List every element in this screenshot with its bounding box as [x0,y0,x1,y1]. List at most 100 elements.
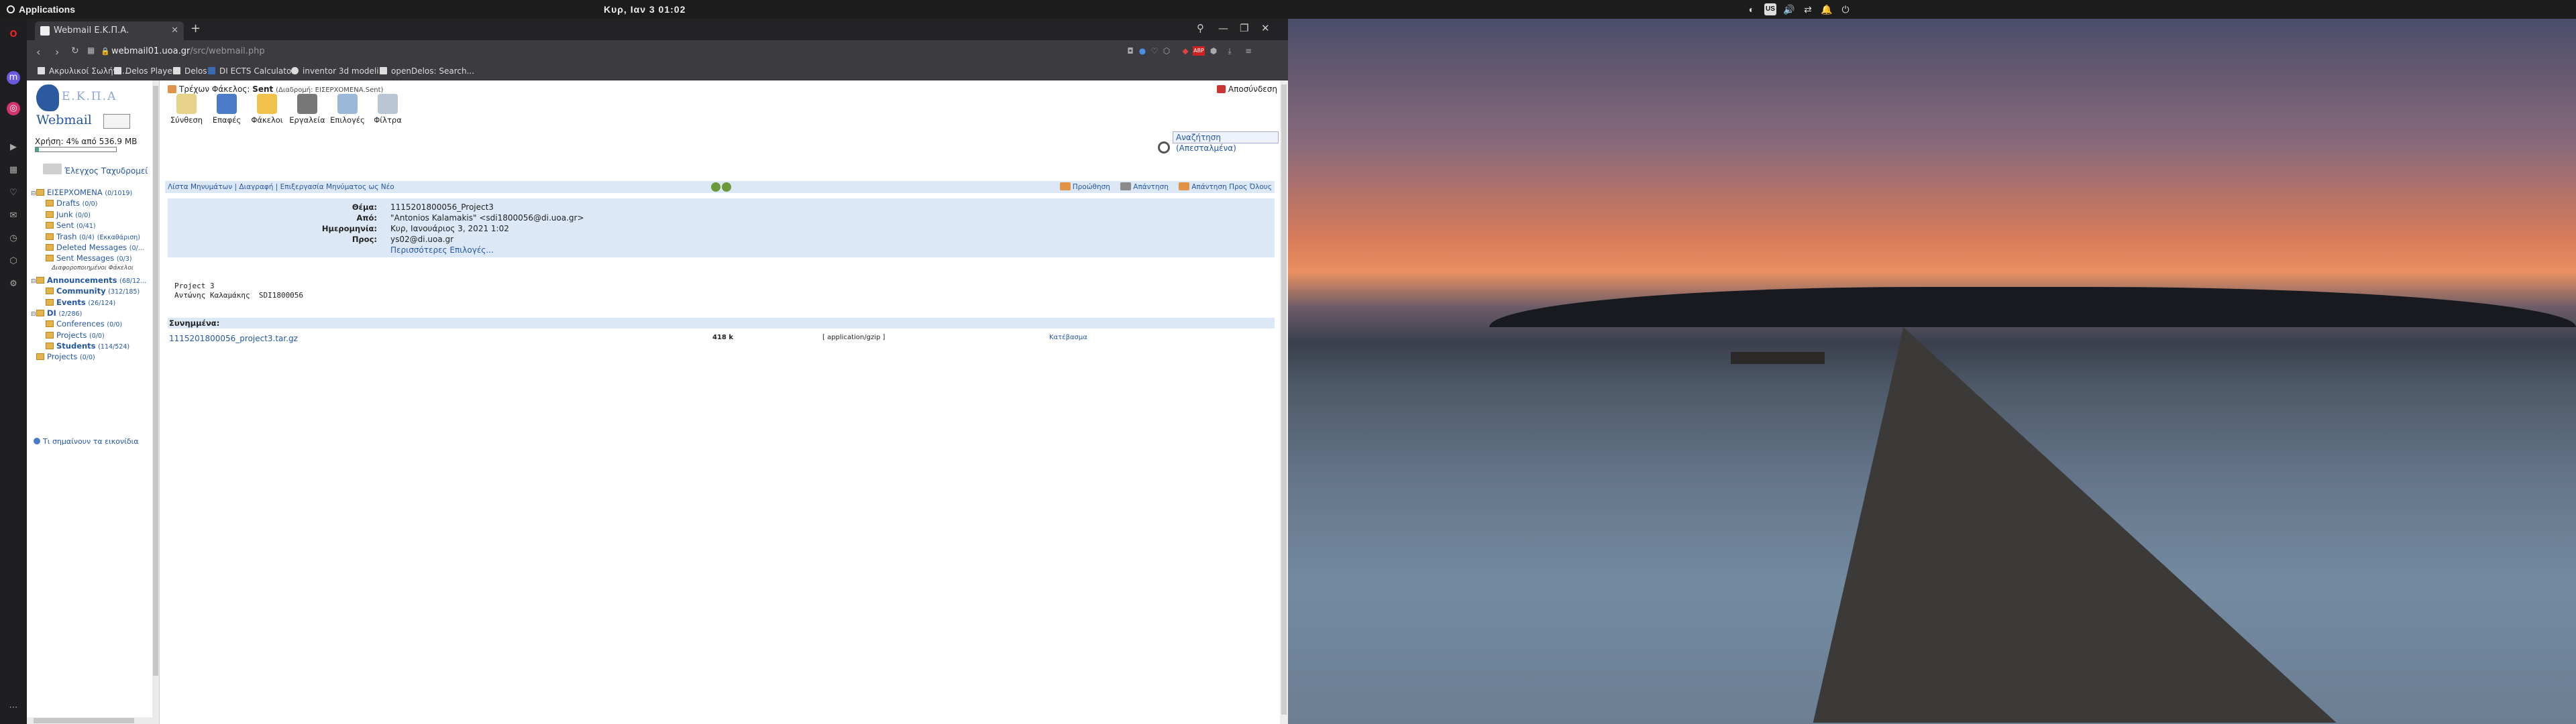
next-message-icon[interactable] [722,182,731,192]
player-icon[interactable]: ▶ [7,141,20,154]
expand-toggle-icon[interactable]: ⊟ [31,190,36,197]
url-field[interactable]: webmail01.uoa.gr/src/webmail.php [111,46,265,56]
download-link[interactable]: Κατέβασμα [1049,334,1087,341]
bookmarks-icon[interactable]: ♡ [7,186,20,200]
folder-item[interactable]: Sent Messages (0/3) [31,253,154,264]
bookmark-item[interactable]: Delos [173,66,207,76]
keyboard-layout-icon[interactable]: US [1764,3,1776,15]
folder-item[interactable]: Drafts (0/0) [31,198,154,209]
attachment-link[interactable]: 1115201800056_project3.tar.gz [169,334,298,343]
reply-all-link[interactable]: Απάντηση Προς Όλους [1179,182,1272,191]
heart-icon[interactable]: ♡ [1150,46,1159,56]
messenger-icon[interactable]: m [7,71,20,84]
search-link[interactable]: Αναζήτηση (Απεσταλμένα) [1158,131,1279,154]
folder-pane-scrollbar[interactable] [152,80,159,724]
settings-icon[interactable]: ⚙ [7,278,20,291]
folders-button[interactable]: Φάκελοι [248,94,286,125]
reload-button[interactable]: ↻ [71,46,79,56]
check-mail-link[interactable]: Έλεγχος Ταχυδρομεί [64,166,148,176]
folder-item[interactable]: Projects (0/0) [31,330,154,341]
close-tab-icon[interactable]: ✕ [171,21,178,40]
extensions-icon[interactable]: ⬡ [7,255,20,268]
extension-icon[interactable]: ◆ [1181,46,1190,56]
contacts-button[interactable]: Επαφές [208,94,246,125]
forward-button[interactable]: › [55,46,59,58]
bookmark-item[interactable]: Delos Player [114,66,176,76]
network-icon[interactable]: ⇄ [1802,3,1814,15]
adblock-icon[interactable]: ABP [1193,46,1205,56]
cube-icon[interactable]: ⬢ [1209,46,1218,56]
volume-icon[interactable]: 🔊 [1783,3,1795,15]
folder-item[interactable]: ⊟ ΕΙΣΕΡΧΟΜΕΝΑ (0/1019) [31,188,154,198]
filters-button[interactable]: Φίλτρα [369,94,407,125]
minimize-button[interactable]: — [1218,22,1228,34]
wallpaper-pier [1729,327,2337,723]
shield-icon[interactable]: ● [1138,46,1147,56]
more-options-link[interactable]: Περισσότερες Επιλογές... [390,245,494,255]
more-icon[interactable]: ⋯ [7,701,20,715]
applications-menu[interactable]: Applications [7,4,75,15]
folder-item[interactable]: Junk (0/0) [31,210,154,221]
previous-message-icon[interactable] [711,182,720,192]
menu-icon[interactable]: ≡ [1244,46,1253,56]
folder-item[interactable]: Events (26/124) [31,298,154,308]
bookmark-item[interactable]: inventor 3d modeli... [291,66,386,76]
night-light-icon[interactable]: ◐ [1746,3,1758,15]
folder-label: Drafts [56,198,80,208]
folder-item[interactable]: Trash (0/4) (Εκκαθάριση) [31,232,154,243]
new-tab-button[interactable]: + [191,21,201,36]
header-key: Από: [356,213,378,223]
toolbar-label: Επιλογές [330,115,365,125]
clock[interactable]: Κυρ, Ιαν 3 01:02 [604,4,686,15]
options-button[interactable]: Επιλογές [329,94,366,125]
folder-count: (2/286) [58,310,83,318]
instagram-icon[interactable]: ◎ [7,102,20,115]
folder-label: Announcements [47,275,117,285]
notifications-icon[interactable]: 🔔 [1821,3,1833,15]
speed-dial-icon[interactable]: ▦ [7,164,20,177]
folder-item[interactable]: Conferences (0/0) [31,319,154,330]
folder-item[interactable]: Sent (0/41) [31,221,154,231]
message-nav-links[interactable]: Λίστα Μηνυμάτων | Διαγραφή | Επιξεργασία… [168,183,394,191]
folder-icon [46,288,54,295]
folder-item[interactable]: ⊟ DI (2/286) [31,308,154,319]
tab-webmail[interactable]: Webmail Ε.Κ.Π.Α. ✕ [35,21,184,40]
camera-icon[interactable]: ◘ [1126,46,1135,56]
more-options-row: Περισσότερες Επιλογές... [168,245,1275,256]
bookmark-item[interactable]: DI ECTS Calculator [208,66,294,76]
logo-title: Webmail [36,113,92,127]
bookmark-label: DI ECTS Calculator [219,66,295,76]
compose-button[interactable]: Σύνθεση [168,94,205,125]
help-label: Τι σημαίνουν τα εικονίδια [43,437,139,446]
bookmark-item[interactable]: openDelos: Search... [380,66,474,76]
message-pane-scrollbar[interactable] [1280,80,1288,724]
download-icon[interactable]: ⤓ [1225,46,1234,56]
close-window-button[interactable]: ✕ [1261,22,1270,34]
folder-pane-hscrollbar[interactable] [27,717,153,724]
restore-button[interactable]: ❐ [1240,22,1248,34]
tab-strip: Webmail Ε.Κ.Π.Α. ✕ + ⚲ — ❐ ✕ [27,19,1288,40]
expand-toggle-icon[interactable]: ⊟ [31,311,36,318]
reply-link[interactable]: Απάντηση [1120,182,1169,191]
folder-item[interactable]: Community (312/185) [31,286,154,297]
history-icon[interactable]: ◷ [7,232,20,245]
power-icon[interactable]: ⏻ [1839,3,1851,15]
purge-trash-link[interactable]: (Εκκαθάριση) [97,234,140,241]
search-tabs-icon[interactable]: ⚲ [1197,22,1204,34]
folder-item[interactable]: Students (114/524) [31,341,154,352]
tabs-grid-icon[interactable]: ▦ [87,46,95,55]
easy-setup-icon[interactable]: ⬡ [1162,46,1171,56]
forward-label: Προώθηση [1072,183,1110,191]
tools-button[interactable]: Εργαλεία [288,94,326,125]
folder-label: Sent Messages [56,253,115,263]
logout-link[interactable]: Αποσύνδεση [1216,84,1277,94]
opera-logo-icon[interactable]: O [7,28,20,42]
back-button[interactable]: ‹ [36,46,40,58]
forward-link[interactable]: Προώθηση [1059,182,1110,191]
folder-item[interactable]: Projects (0/0) [31,352,154,363]
news-icon[interactable]: ✉ [7,209,20,223]
expand-toggle-icon[interactable]: ⊟ [31,278,36,285]
folder-item[interactable]: Deleted Messages (0/... [31,243,154,253]
folder-item[interactable]: ⊟ Announcements (68/12... [31,276,154,286]
icons-help-link[interactable]: Τι σημαίνουν τα εικονίδια [34,437,139,446]
